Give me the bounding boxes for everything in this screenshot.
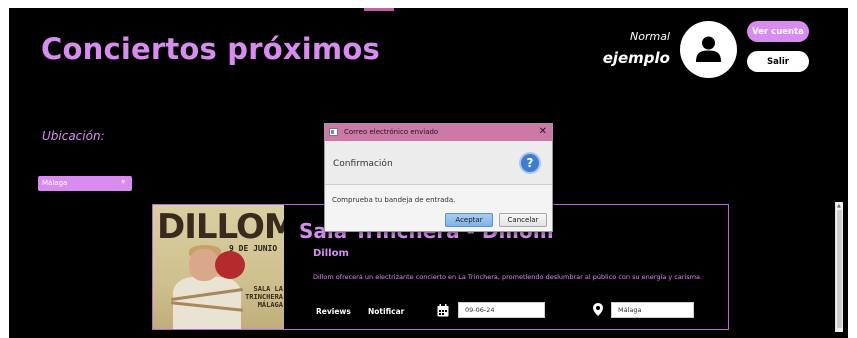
accept-button[interactable]: Aceptar [445,213,493,227]
dialog-window-title: Correo electrónico enviado [344,128,439,136]
dialog-titlebar[interactable]: Correo electrónico enviado ✕ [325,124,552,141]
user-icon [696,36,721,62]
poster-venue-line: TRINCHERA [245,293,283,301]
event-date-field[interactable]: 09-06-24 [458,302,545,318]
location-pin-icon [593,303,603,316]
poster-date: 9 DE JUNIO [229,244,278,253]
location-label: Ubicación: [42,129,105,143]
close-icon[interactable]: ✕ [539,126,547,137]
user-role: Normal [630,30,670,43]
view-account-button[interactable]: Ver cuenta [747,21,809,42]
notify-button[interactable]: Notificar [368,307,404,316]
dialog-message: Comprueba tu bandeja de entrada. [332,196,456,204]
avatar[interactable] [680,21,737,78]
location-select-value: Málaga [42,179,68,187]
chevron-down-icon: ▾ [121,178,125,186]
reviews-button[interactable]: Reviews [316,307,351,316]
page-title: Conciertos próximos [41,32,380,66]
logout-button[interactable]: Salir [747,51,809,72]
poster-venue-line: MÁLAGA [257,301,283,309]
vertical-scrollbar[interactable]: ▲ [835,202,843,332]
confirmation-dialog: Correo electrónico enviado ✕ Confirmació… [324,123,553,232]
scrollbar-thumb[interactable] [837,210,842,328]
event-poster-image: DILLOM 9 DE JUNIO SALA LA TRINCHERA MÁLA… [153,205,284,329]
window-app-icon [329,128,338,136]
event-date-value: 09-06-24 [465,306,495,314]
dialog-header-text: Confirmación [333,159,393,169]
poster-venue-line: SALA LA [253,285,283,293]
poster-venue: SALA LA TRINCHERA MÁLAGA [239,285,283,309]
question-icon: ? [519,152,541,174]
event-artist: Dillom [313,248,349,259]
poster-artist-name: DILLOM [157,207,284,247]
window-tab-indicator [364,8,394,11]
scroll-up-arrow-icon[interactable]: ▲ [837,203,841,209]
cancel-button[interactable]: Cancelar [499,213,547,227]
poster-boxing-glove [215,251,245,279]
dialog-header: Confirmación ? [325,141,552,185]
event-venue-value: Málaga [618,306,642,314]
event-venue-field[interactable]: Málaga [611,302,694,318]
event-description: Dillom ofrecerá un electrizante conciert… [313,273,703,281]
calendar-icon [437,304,449,317]
location-select[interactable]: Málaga ▾ [38,176,132,191]
user-name: ejemplo [602,49,670,67]
